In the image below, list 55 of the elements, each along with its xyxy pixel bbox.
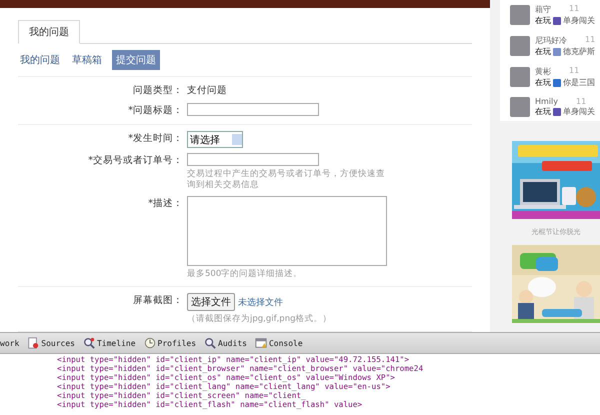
game-name: 单身闯关: [563, 15, 595, 26]
devtools-tab[interactable]: Profiles: [158, 338, 196, 348]
friend-time: 11: [569, 4, 580, 15]
file-status: 未选择文件: [238, 296, 283, 308]
magnifier-icon: [204, 337, 216, 349]
textarea-field[interactable]: [187, 196, 387, 266]
friend-time: 11: [576, 97, 586, 106]
friend-name: 黄彬: [535, 66, 551, 77]
friend-status: 在玩: [535, 106, 551, 117]
game-name: 单身闯关: [563, 106, 595, 117]
hint-text: 最多500字的问题详细描述。: [187, 269, 304, 280]
game-name: 你是三国: [563, 77, 595, 88]
field-label: *问题标题：: [127, 104, 183, 118]
game-icon: [553, 48, 561, 56]
friend-status: 在玩: [535, 77, 551, 88]
avatar: [510, 67, 530, 87]
devtools-tab[interactable]: work: [0, 338, 20, 348]
game-icon: [553, 78, 561, 86]
game-icon: [553, 108, 561, 116]
friend-name: Hmily: [535, 97, 558, 106]
clock-icon: [144, 337, 156, 349]
sub-tab[interactable]: 我的问题: [18, 50, 62, 70]
friend-name: 尼玛好冷: [535, 35, 567, 46]
hint-text: （请截图保存为jpg,gif,png格式。）: [187, 314, 332, 325]
field-label: *描述：: [147, 197, 183, 211]
field-value: 支付问题: [187, 84, 228, 98]
avatar: [510, 97, 530, 117]
devtools-tab[interactable]: Timeline: [96, 338, 136, 348]
input-field[interactable]: [187, 153, 319, 166]
field-label: *交易号或者订单号：: [87, 154, 183, 168]
field-label: 屏幕截图：: [132, 294, 183, 308]
tab[interactable]: 我的问题: [18, 20, 80, 44]
magnifier-icon: [82, 337, 95, 349]
devtools-tab[interactable]: Sources: [41, 338, 75, 348]
avatar: [510, 5, 530, 25]
input-field[interactable]: [187, 103, 319, 116]
friend-status: 在玩: [535, 15, 551, 26]
avatar: [510, 36, 530, 56]
choose-file-button[interactable]: 选择文件: [187, 293, 235, 311]
friend-time: 11: [569, 66, 580, 77]
sub-tab[interactable]: 提交问题: [112, 50, 160, 70]
friend-name: 藉守: [535, 4, 551, 15]
devtools-tab[interactable]: Console: [268, 338, 303, 348]
sub-tab[interactable]: 草稿箱: [70, 50, 104, 70]
friend-status: 在玩: [535, 46, 551, 57]
friend-time: 11: [585, 35, 596, 46]
game-icon: [553, 16, 561, 24]
select-dropdown[interactable]: 请选择: [187, 131, 243, 148]
game-name: 德克萨斯: [563, 46, 595, 57]
field-label: *发生时间：: [127, 132, 183, 146]
window-icon: [254, 337, 267, 349]
devtools-tab[interactable]: Audits: [218, 338, 247, 348]
field-label: 问题类型：: [132, 84, 183, 98]
document-icon: [27, 337, 40, 349]
hint-text: 交易过程中产生的交易号或者订单号，方便快速查询到相关交易信息: [187, 169, 386, 191]
